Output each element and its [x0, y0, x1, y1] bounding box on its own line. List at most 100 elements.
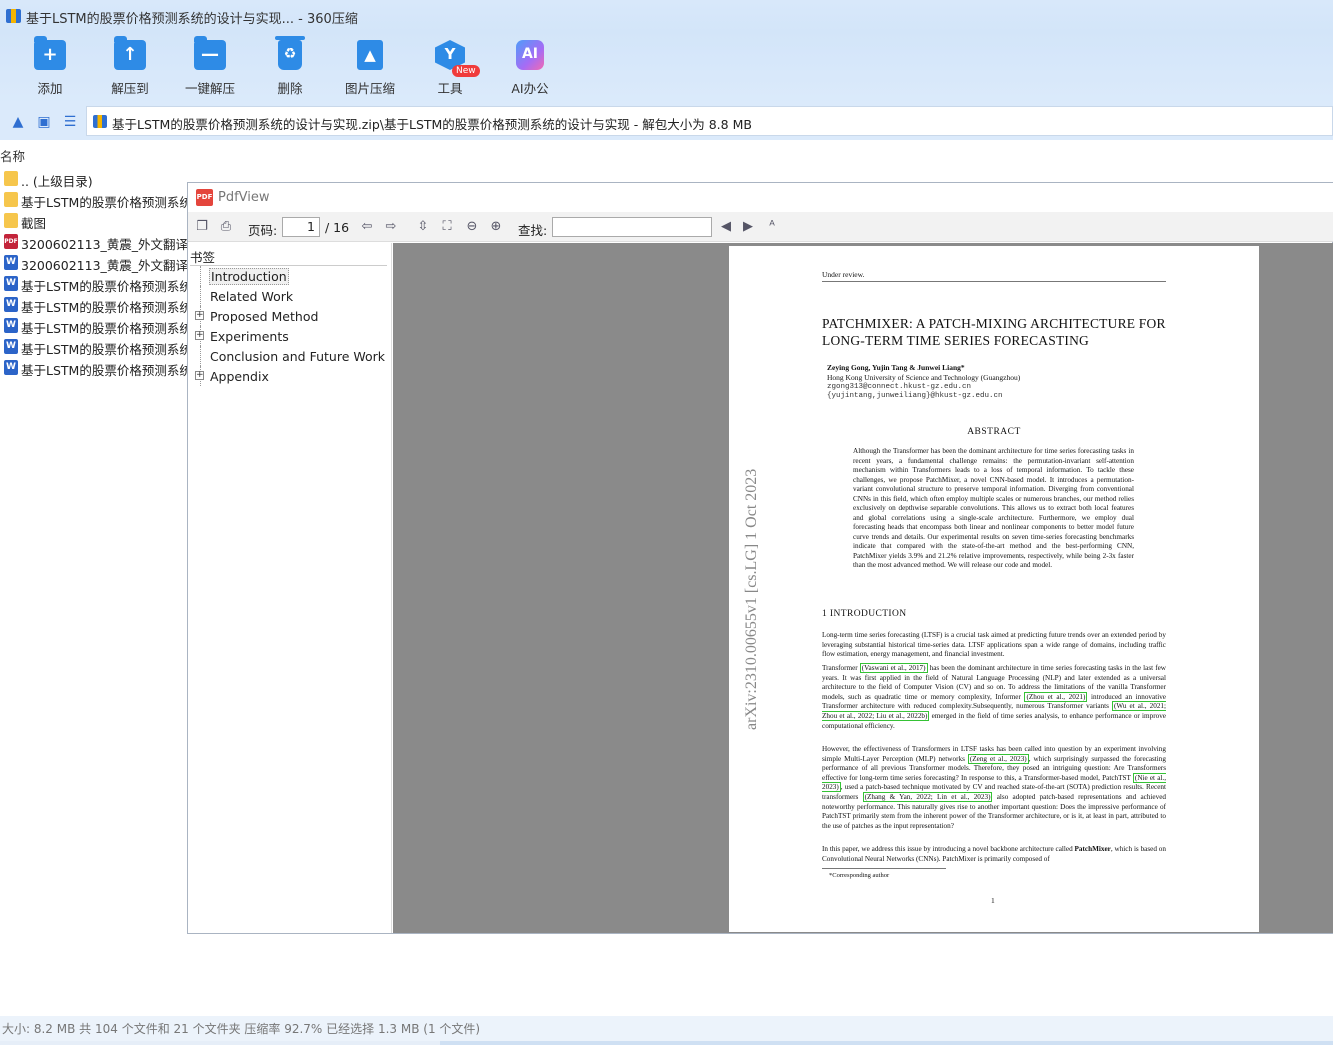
paragraph-text: Transformer	[822, 664, 860, 672]
extract-to-button[interactable]: ↑ 解压到	[95, 36, 165, 100]
page-number: 1	[991, 896, 995, 905]
add-button[interactable]: + 添加	[15, 36, 85, 100]
file-name: 基于LSTM的股票价格预测系统	[21, 321, 190, 336]
path-text: 基于LSTM的股票价格预测系统的设计与实现.zip\基于LSTM的股票价格预测系…	[112, 117, 752, 132]
match-case-icon[interactable]: ᴬ	[764, 219, 780, 235]
list-item[interactable]: W 基于LSTM的股票价格预测系统	[0, 357, 190, 378]
tree-line	[200, 346, 208, 366]
zoom-in-icon[interactable]: ⊕	[488, 219, 504, 235]
fit-width-icon[interactable]: ⇳	[415, 219, 431, 235]
delete-label: 删除	[277, 81, 303, 96]
file-name: 基于LSTM的股票价格预测系统	[21, 342, 190, 357]
image-compress-icon: ▲	[357, 40, 383, 70]
status-bar: 大小: 8.2 MB 共 104 个文件和 21 个文件夹 压缩率 92.7% …	[0, 1016, 1333, 1045]
main-toolbar: + 添加 ↑ 解压到 — 一键解压 ♻ 删除 ▲ 图片压缩 Y 工具 New A…	[0, 32, 1333, 104]
archive-path-icon	[93, 115, 107, 128]
search-next-icon[interactable]: ▶	[740, 219, 756, 235]
path-field[interactable]: 基于LSTM的股票价格预测系统的设计与实现.zip\基于LSTM的股票价格预测系…	[86, 106, 1333, 136]
trash-icon: ♻	[275, 36, 305, 70]
footnote-rule	[822, 868, 946, 869]
bookmark-item[interactable]: Introduction	[188, 266, 392, 286]
citation-link[interactable]: (Zhang & Yan, 2022; Lin et al., 2023)	[862, 791, 993, 802]
bookmark-item[interactable]: Conclusion and Future Work	[188, 346, 392, 366]
search-previous-icon[interactable]: ◀	[718, 219, 734, 235]
search-input[interactable]	[552, 217, 712, 237]
review-header: Under review.	[822, 270, 865, 279]
list-item[interactable]: W 3200602113_黄震_外文翻译原文	[0, 252, 190, 273]
pdfview-title-bar: PDF PdfView	[188, 183, 1333, 212]
page-number-input[interactable]: 1	[282, 217, 320, 237]
image-compress-button[interactable]: ▲ 图片压缩	[335, 40, 405, 100]
expand-icon[interactable]: +	[195, 331, 204, 340]
citation-link[interactable]: (Zeng et al., 2023)	[967, 753, 1029, 764]
delete-button[interactable]: ♻ 删除	[255, 36, 325, 100]
bookmark-item[interactable]: + Appendix	[188, 366, 392, 386]
window-title: 基于LSTM的股票价格预测系统的设计与实现... - 360压缩	[26, 12, 358, 27]
word-file-icon: W	[4, 276, 18, 291]
paragraph-text: In this paper, we address this issue by …	[822, 845, 1075, 853]
paper-authors: Zeying Gong, Yujin Tang & Junwei Liang*	[827, 363, 965, 372]
bookmark-label: Proposed Method	[210, 309, 319, 324]
footnote: *Corresponding author	[829, 872, 890, 879]
folder-icon	[4, 213, 18, 228]
bookmark-item[interactable]: Related Work	[188, 286, 392, 306]
paragraph-bold: PatchMixer	[1074, 845, 1111, 853]
list-item[interactable]: W 基于LSTM的股票价格预测系统	[0, 336, 190, 357]
archive-app-icon	[6, 9, 21, 23]
word-file-icon: W	[4, 318, 18, 333]
list-item[interactable]: 截图	[0, 210, 190, 231]
list-item[interactable]: W 基于LSTM的股票价格预测系统	[0, 315, 190, 336]
paragraph: Long-term time series forecasting (LTSF)…	[822, 631, 1166, 659]
status-strip	[0, 1041, 1333, 1045]
citation-link[interactable]: (Vaswani et al., 2017)	[859, 663, 928, 673]
paragraph: In this paper, we address this issue by …	[822, 845, 1166, 864]
file-list: .. (上级目录) 基于LSTM的股票价格预测系统 截图 PDF 3200602…	[0, 168, 190, 378]
ai-icon: AI	[516, 40, 544, 70]
thumbnail-view-icon[interactable]: ▣	[35, 113, 53, 131]
list-item[interactable]: 基于LSTM的股票价格预测系统	[0, 189, 190, 210]
citation-link[interactable]: (Zhou et al., 2021)	[1024, 691, 1088, 702]
intro-heading: 1 INTRODUCTION	[822, 609, 907, 619]
next-page-icon[interactable]: ⇨	[383, 219, 399, 235]
file-name: 截图	[21, 216, 47, 231]
list-item[interactable]: W 基于LSTM的股票价格预测系统	[0, 273, 190, 294]
word-file-icon: W	[4, 297, 18, 312]
fit-page-icon[interactable]: ⛶	[439, 219, 455, 235]
previous-page-icon[interactable]: ⇦	[359, 219, 375, 235]
ai-office-button[interactable]: AI AI办公	[495, 40, 565, 100]
one-click-extract-button[interactable]: — 一键解压	[175, 36, 245, 100]
up-arrow-icon[interactable]: ▲	[9, 113, 27, 131]
zoom-out-icon[interactable]: ⊖	[464, 219, 480, 235]
add-folder-icon: +	[34, 36, 66, 70]
folder-icon	[4, 192, 18, 207]
bookmark-item[interactable]: + Experiments	[188, 326, 392, 346]
address-bar: ▲ ▣ ☰ 基于LSTM的股票价格预测系统的设计与实现.zip\基于LSTM的股…	[0, 104, 1333, 140]
list-item[interactable]: W 基于LSTM的股票价格预测系统	[0, 294, 190, 315]
paragraph: Transformer (Vaswani et al., 2017) has b…	[822, 663, 1166, 731]
file-name: 基于LSTM的股票价格预测系统	[21, 279, 190, 294]
pdf-file-icon: PDF	[4, 234, 18, 249]
pdfview-window: PDF PdfView ❐ ⎙ 页码: 1 / 16 ⇦ ⇨ ⇳ ⛶ ⊖ ⊕ 查…	[187, 182, 1333, 934]
copy-icon[interactable]: ❐	[194, 219, 210, 235]
bookmark-list: Introduction Related Work + Proposed Method…	[188, 266, 392, 386]
file-name: 3200602113_黄震_外文翻译原文	[21, 237, 190, 252]
pdfview-toolbar: ❐ ⎙ 页码: 1 / 16 ⇦ ⇨ ⇳ ⛶ ⊖ ⊕ 查找: ◀ ▶ ᴬ	[188, 212, 1333, 242]
list-view-icon[interactable]: ☰	[61, 113, 79, 131]
word-file-icon: W	[4, 360, 18, 375]
bookmark-heading: 书签	[190, 250, 216, 265]
list-item[interactable]: .. (上级目录)	[0, 168, 190, 189]
abstract-text: Although the Transformer has been the do…	[853, 447, 1134, 569]
list-item[interactable]: PDF 3200602113_黄震_外文翻译原文	[0, 231, 190, 252]
file-name: 基于LSTM的股票价格预测系统	[21, 300, 190, 315]
paper-title-line1: PATCHMIXER: A PATCH-MIXING ARCHITECTURE …	[822, 316, 1166, 331]
expand-icon[interactable]: +	[195, 371, 204, 380]
name-column-header[interactable]: 名称	[0, 146, 25, 165]
pdf-viewport[interactable]: arXiv:2310.00655v1 [cs.LG] 1 Oct 2023 Un…	[393, 243, 1333, 933]
expand-icon[interactable]: +	[195, 311, 204, 320]
bookmark-label: Experiments	[210, 329, 289, 344]
tree-line	[200, 266, 208, 286]
pdfview-title: PdfView	[218, 190, 270, 205]
bookmark-item[interactable]: + Proposed Method	[188, 306, 392, 326]
print-icon[interactable]: ⎙	[218, 219, 234, 235]
new-badge: New	[452, 65, 480, 77]
